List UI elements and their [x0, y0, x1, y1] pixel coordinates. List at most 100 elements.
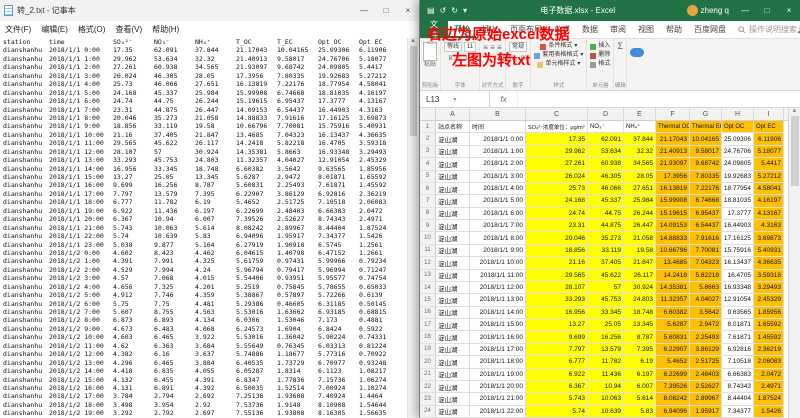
cell[interactable]: 7.10518 — [722, 356, 754, 368]
cell-styles-button[interactable]: 单元格样式 ▾ — [537, 60, 580, 69]
cell[interactable]: 37.844 — [624, 133, 656, 145]
cell[interactable]: SO₄²⁻浓度单位：μg/m³ — [526, 121, 588, 133]
cell[interactable]: 10.063 — [588, 393, 624, 405]
ribbon-tab-6[interactable]: 审阅 — [604, 21, 632, 38]
cell[interactable]: 45.622 — [588, 270, 624, 282]
cell[interactable]: 淀山湖 — [436, 344, 470, 356]
paste-icon[interactable] — [423, 42, 437, 61]
cell[interactable]: 10.94 — [588, 381, 624, 393]
cell[interactable]: 4.04027 — [690, 294, 722, 306]
cell[interactable]: 3.5642 — [690, 307, 722, 319]
row-number[interactable]: 7 — [420, 195, 436, 207]
close-icon[interactable]: × — [397, 0, 419, 21]
cell[interactable]: 25.05 — [588, 319, 624, 331]
column-header-F[interactable]: F — [656, 108, 690, 120]
cell[interactable]: 16.13819 — [656, 183, 690, 195]
cell[interactable]: 14.2418 — [656, 270, 690, 282]
cell[interactable]: 21.17043 — [656, 133, 690, 145]
cell[interactable]: 4.3163 — [754, 220, 784, 232]
cell[interactable]: 2018/1/1 4:00 — [470, 183, 526, 195]
column-header-A[interactable]: A — [436, 108, 470, 120]
cell[interactable]: 1.87524 — [754, 393, 784, 405]
qat-dropdown-icon[interactable]: ▾ — [463, 6, 467, 15]
cell[interactable]: 1.5426 — [754, 406, 784, 418]
cell[interactable]: 站点名称 — [436, 121, 470, 133]
cell[interactable]: 淀山湖 — [436, 257, 470, 269]
cell[interactable]: 13.345 — [624, 319, 656, 331]
cell[interactable]: 2018/1/1 12:00 — [470, 282, 526, 294]
select-all-corner[interactable] — [420, 108, 436, 120]
row-number[interactable]: 10 — [420, 232, 436, 244]
row-number[interactable]: 13 — [420, 270, 436, 282]
cell[interactable]: 25.09306 — [722, 133, 754, 145]
ribbon-tab-8[interactable]: 帮助 — [660, 21, 688, 38]
cell[interactable]: 7.39526 — [656, 381, 690, 393]
cell[interactable]: 6.60382 — [656, 307, 690, 319]
formula-input[interactable] — [518, 91, 800, 107]
cell[interactable]: 24.74 — [526, 208, 588, 220]
cell[interactable]: 21.058 — [624, 232, 656, 244]
cell[interactable]: 3.29493 — [754, 282, 784, 294]
cell[interactable]: 6.197 — [624, 369, 656, 381]
insert-cells-button[interactable]: 插入 — [590, 42, 610, 51]
cell[interactable]: 45.337 — [588, 195, 624, 207]
row-number[interactable]: 20 — [420, 356, 436, 368]
cell[interactable]: 24.803 — [624, 294, 656, 306]
cell[interactable]: 32.32 — [624, 146, 656, 158]
cell[interactable]: 淀山湖 — [436, 381, 470, 393]
minimize-icon[interactable]: — — [353, 0, 375, 21]
cell[interactable]: 18.77954 — [722, 183, 754, 195]
cell[interactable]: 13.27 — [526, 319, 588, 331]
cell[interactable]: 2018/1/1 9:00 — [470, 245, 526, 257]
cell[interactable]: 淀山湖 — [436, 307, 470, 319]
cell[interactable]: 17.16125 — [722, 232, 754, 244]
cell[interactable]: 淀山湖 — [436, 171, 470, 183]
cell[interactable]: 14.09153 — [656, 220, 690, 232]
scroll-up-icon[interactable]: ▲ — [410, 38, 416, 44]
column-header-G[interactable]: G — [690, 108, 722, 120]
cell[interactable]: 7.91616 — [690, 232, 722, 244]
column-header-E[interactable]: E — [624, 108, 656, 120]
cell[interactable]: Opt OC — [722, 121, 754, 133]
cell[interactable]: 2.45329 — [754, 294, 784, 306]
cell[interactable]: 2.25493 — [690, 331, 722, 343]
cell[interactable]: 5.18077 — [754, 146, 784, 158]
cell[interactable]: 7.80335 — [690, 171, 722, 183]
cell[interactable]: 2018/1/1 0:00 — [470, 133, 526, 145]
cell[interactable]: 46.066 — [588, 183, 624, 195]
column-header-B[interactable]: B — [470, 108, 526, 120]
cell[interactable]: 4.13167 — [754, 208, 784, 220]
cell[interactable]: 24.76706 — [722, 146, 754, 158]
cell[interactable]: 21.93097 — [656, 158, 690, 170]
cell[interactable]: 淀山湖 — [436, 195, 470, 207]
cell[interactable]: 16.256 — [588, 331, 624, 343]
cell[interactable]: 9.58017 — [690, 146, 722, 158]
cell[interactable]: 18.748 — [624, 307, 656, 319]
cell[interactable]: 26.024 — [526, 171, 588, 183]
row-number[interactable]: 4 — [420, 158, 436, 170]
cell[interactable]: 淀山湖 — [436, 183, 470, 195]
cell[interactable]: 23.31 — [526, 220, 588, 232]
cell[interactable]: 1.85956 — [754, 307, 784, 319]
cell[interactable]: 2018/1/1 15:00 — [470, 319, 526, 331]
worksheet[interactable]: ABCDEFGHI 1站点名称时间SO₄²⁻浓度单位：μg/m³NO₃⁻NH₄⁺… — [420, 108, 800, 418]
autosum-icon[interactable]: Σ — [617, 42, 623, 50]
cell[interactable]: 4.36635 — [754, 257, 784, 269]
cell[interactable]: 9.68742 — [690, 158, 722, 170]
cell[interactable]: 6.66383 — [722, 369, 754, 381]
cell[interactable]: 2.48403 — [690, 369, 722, 381]
cell[interactable]: 7.797 — [526, 344, 588, 356]
row-number[interactable]: 3 — [420, 146, 436, 158]
cell[interactable]: 24.168 — [526, 195, 588, 207]
cell[interactable]: 4.16197 — [754, 195, 784, 207]
cell[interactable]: 17.3777 — [722, 208, 754, 220]
cell[interactable]: 19.58 — [624, 245, 656, 257]
cell[interactable]: 21.40913 — [656, 146, 690, 158]
cell[interactable]: 6.19 — [624, 356, 656, 368]
cell[interactable]: 15.19615 — [656, 208, 690, 220]
cell[interactable]: Thermal OC — [656, 121, 690, 133]
ribbon-tab-5[interactable]: 数据 — [576, 21, 604, 38]
row-number[interactable]: 5 — [420, 171, 436, 183]
cell[interactable]: 7.04323 — [690, 257, 722, 269]
cell[interactable]: 26.117 — [624, 270, 656, 282]
